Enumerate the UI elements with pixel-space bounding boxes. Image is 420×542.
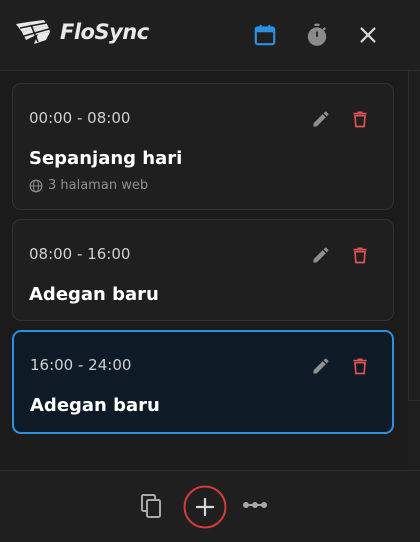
trash-icon xyxy=(353,111,367,128)
calendar-button[interactable] xyxy=(250,20,280,50)
bottom-toolbar xyxy=(0,470,420,542)
close-button[interactable] xyxy=(353,20,383,50)
delete-button[interactable] xyxy=(348,354,372,378)
duplicate-button[interactable] xyxy=(138,491,166,521)
pencil-icon xyxy=(313,111,329,127)
scene-time: 00:00 - 08:00 xyxy=(29,109,131,127)
divider xyxy=(408,71,409,400)
scene-pages-count: 3 halaman web xyxy=(48,178,149,193)
app-title: FloSync xyxy=(60,20,149,44)
flosync-logo-icon xyxy=(16,20,50,44)
timer-button[interactable] xyxy=(302,20,332,50)
app-logo: FloSync xyxy=(14,18,149,46)
edit-button[interactable] xyxy=(309,354,333,378)
add-icon xyxy=(183,485,227,529)
timer-icon xyxy=(307,23,327,46)
delete-button[interactable] xyxy=(348,243,372,267)
edit-button[interactable] xyxy=(309,107,333,131)
scene-name: Sepanjang hari xyxy=(29,148,183,169)
scene-card[interactable]: 08:00 - 16:00 Adegan baru xyxy=(12,219,394,321)
trash-icon xyxy=(353,358,367,375)
add-scene-button[interactable] xyxy=(182,484,228,530)
scene-name: Adegan baru xyxy=(30,395,160,416)
pencil-icon xyxy=(313,247,329,263)
scene-card[interactable]: 00:00 - 08:00 Sepanjang hari 3 halaman w… xyxy=(12,83,394,210)
divider xyxy=(408,400,420,401)
copy-icon xyxy=(141,494,161,518)
trash-icon xyxy=(353,247,367,264)
more-icon xyxy=(243,502,267,508)
edit-button[interactable] xyxy=(309,243,333,267)
scene-list: 00:00 - 08:00 Sepanjang hari 3 halaman w… xyxy=(0,71,408,470)
calendar-icon xyxy=(254,24,276,46)
delete-button[interactable] xyxy=(348,107,372,131)
scene-time: 08:00 - 16:00 xyxy=(29,245,131,263)
scene-name: Adegan baru xyxy=(29,284,159,305)
pencil-icon xyxy=(313,358,329,374)
app-header: FloSync xyxy=(0,0,420,71)
close-icon xyxy=(360,27,376,43)
more-button[interactable] xyxy=(240,495,270,515)
scene-meta: 3 halaman web xyxy=(29,178,148,193)
scene-time: 16:00 - 24:00 xyxy=(30,356,132,374)
globe-icon xyxy=(29,179,43,192)
scene-card-active[interactable]: 16:00 - 24:00 Adegan baru xyxy=(12,330,394,434)
